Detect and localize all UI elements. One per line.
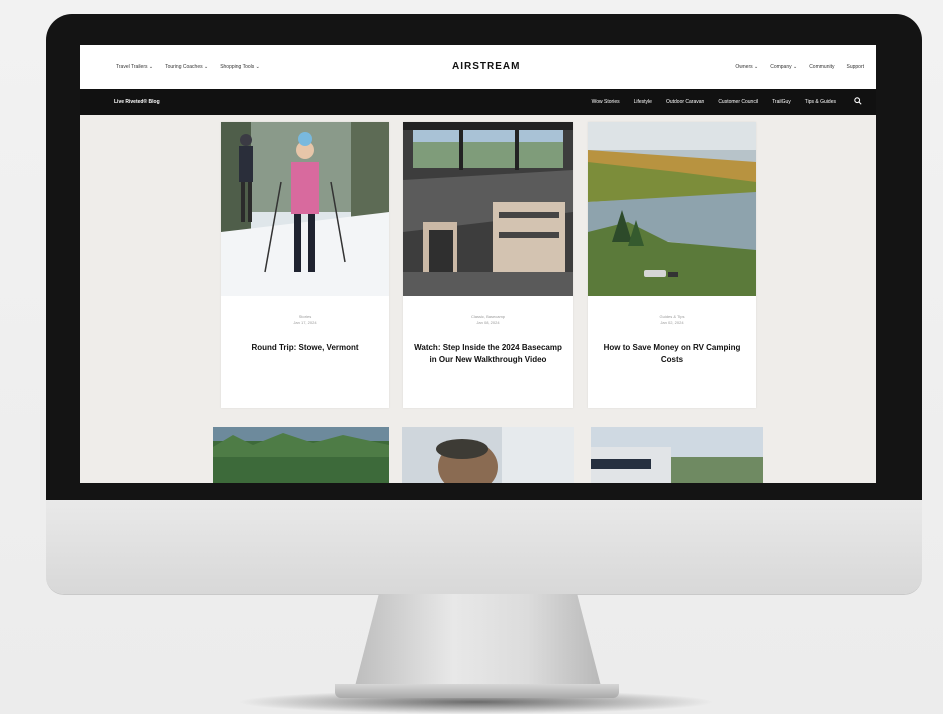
nav-travel-trailers[interactable]: Travel Trailers ⌄	[116, 64, 153, 70]
article-date: Jan 02, 2024	[660, 320, 684, 325]
lake-camping-photo	[588, 122, 756, 296]
nav-owners[interactable]: Owners ⌄	[735, 64, 758, 70]
article-meta: Classic, Basecamp Jan 08, 2024	[403, 314, 573, 326]
forest-photo	[213, 427, 389, 483]
blog-navigation: Live Riveted® Blog Wow Stories Lifestyle…	[80, 89, 876, 115]
blog-title[interactable]: Live Riveted® Blog	[114, 99, 160, 105]
basecamp-interior-photo	[403, 122, 573, 296]
article-image-lake[interactable]	[588, 122, 756, 296]
article-title[interactable]: Round Trip: Stowe, Vermont	[231, 342, 379, 354]
category-customer-council[interactable]: Customer Council	[718, 99, 758, 105]
person-photo	[402, 427, 574, 483]
monitor-chin	[46, 500, 922, 594]
article-card[interactable]: Classic, Basecamp Jan 08, 2024 Watch: St…	[403, 122, 573, 408]
nav-company[interactable]: Company ⌄	[770, 64, 797, 70]
nav-touring-coaches[interactable]: Touring Coaches ⌄	[165, 64, 208, 70]
article-card[interactable]: Stories Jan 17, 2024 Round Trip: Stowe, …	[221, 122, 389, 408]
brand-logo[interactable]: AIRSTREAM	[452, 61, 520, 72]
skiing-photo	[221, 122, 389, 296]
category-trailguy[interactable]: TrailGuy	[772, 99, 791, 105]
article-image-forest[interactable]	[213, 427, 389, 483]
article-meta: Guides & Tips Jan 02, 2024	[588, 314, 756, 326]
topnav-right: Owners ⌄ Company ⌄ Community Support	[735, 64, 864, 70]
topnav-left: Travel Trailers ⌄ Touring Coaches ⌄ Shop…	[116, 64, 260, 70]
monitor-screen: Travel Trailers ⌄ Touring Coaches ⌄ Shop…	[80, 45, 876, 483]
article-image-person[interactable]	[402, 427, 574, 483]
top-navigation: Travel Trailers ⌄ Touring Coaches ⌄ Shop…	[80, 45, 876, 89]
category-lifestyle[interactable]: Lifestyle	[634, 99, 652, 105]
article-title[interactable]: How to Save Money on RV Camping Costs	[598, 342, 746, 366]
nav-shopping-tools[interactable]: Shopping Tools ⌄	[220, 64, 260, 70]
category-wow-stories[interactable]: Wow Stories	[592, 99, 620, 105]
article-date: Jan 17, 2024	[293, 320, 317, 325]
article-image-skiing[interactable]	[221, 122, 389, 296]
article-title[interactable]: Watch: Step Inside the 2024 Basecamp in …	[413, 342, 563, 366]
article-meta: Stories Jan 17, 2024	[221, 314, 389, 326]
blog-category-links: Wow Stories Lifestyle Outdoor Caravan Cu…	[592, 99, 836, 105]
category-tips-guides[interactable]: Tips & Guides	[805, 99, 836, 105]
nav-community[interactable]: Community	[809, 64, 834, 70]
search-icon[interactable]	[854, 97, 862, 105]
monitor-foot	[335, 684, 619, 698]
monitor-stand	[354, 594, 602, 690]
article-date: Jan 08, 2024	[476, 320, 500, 325]
nav-support[interactable]: Support	[846, 64, 864, 70]
category-outdoor-caravan[interactable]: Outdoor Caravan	[666, 99, 704, 105]
article-image-basecamp[interactable]	[403, 122, 573, 296]
trailer-photo	[591, 427, 763, 483]
article-card[interactable]: Guides & Tips Jan 02, 2024 How to Save M…	[588, 122, 756, 408]
article-image-trailer[interactable]	[591, 427, 763, 483]
